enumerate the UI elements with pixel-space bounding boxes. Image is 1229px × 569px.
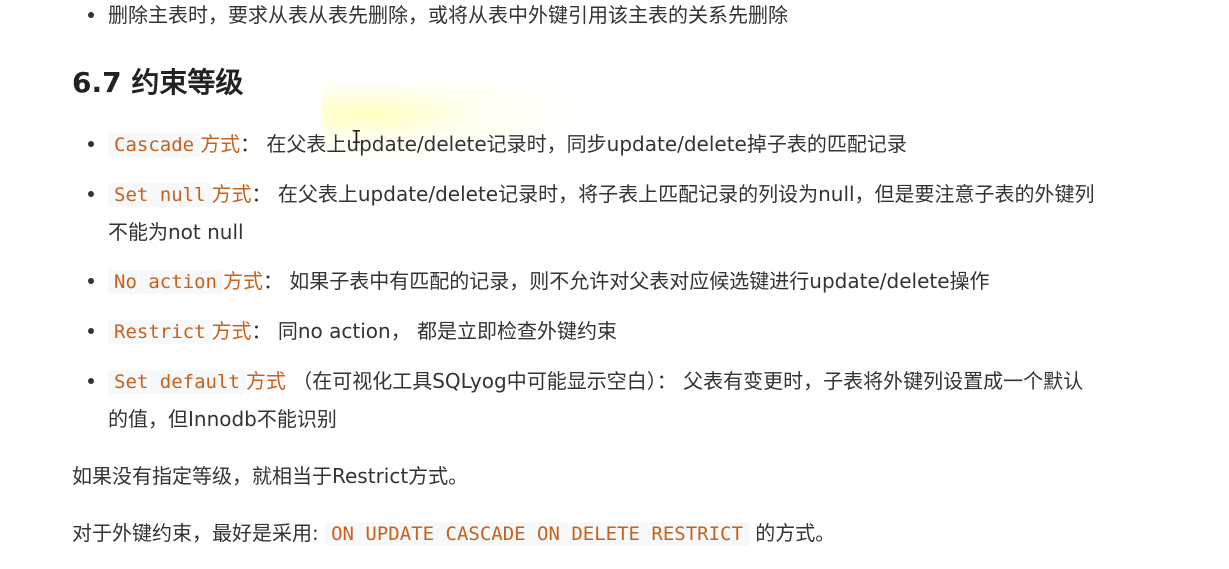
list-item-text: ： 在父表上update/delete记录时，将子表上匹配记录的列设为null，… bbox=[251, 182, 1095, 206]
paragraph-text: 对于外键约束，最好是采用: bbox=[72, 521, 326, 545]
bullet-icon bbox=[88, 378, 94, 384]
inline-code: Set null bbox=[108, 183, 212, 207]
list-item-text: （在可视化工具SQLyog中可能显示空白）： 父表有变更时，子表将外键列设置成一… bbox=[285, 369, 1084, 393]
paragraph-default-level: 如果没有指定等级，就相当于Restrict方式。 bbox=[72, 464, 469, 488]
paragraph-text: 的方式。 bbox=[748, 521, 836, 545]
list-item-set-null: Set null 方式： 在父表上update/delete记录时，将子表上匹配记… bbox=[88, 175, 1095, 214]
list-item-no-action: No action 方式： 如果子表中有匹配的记录，则不允许对父表对应候选键进行u… bbox=[88, 262, 990, 301]
inline-code: ON UPDATE CASCADE ON DELETE RESTRICT bbox=[325, 522, 749, 546]
section-heading: 6.7 约束等级 bbox=[72, 58, 243, 108]
section-title: 约束等级 bbox=[131, 66, 244, 99]
inline-code: Set default bbox=[108, 370, 246, 394]
text-cursor-icon: I bbox=[351, 127, 362, 148]
list-item-text: ： 同no action， 都是立即检查外键约束 bbox=[251, 319, 618, 343]
document-page: 删除主表时，要求从表从表先删除，或将从表中外键引用该主表的关系先删除 6.7 约… bbox=[0, 0, 1229, 569]
list-item-continuation: 的值，但Innodb不能识别 bbox=[108, 407, 337, 431]
code-suffix: 方式 bbox=[200, 132, 241, 156]
paragraph-recommendation: 对于外键约束，最好是采用: ON UPDATE CASCADE ON DELET… bbox=[72, 514, 835, 553]
bullet-icon bbox=[88, 328, 94, 334]
list-item-continuation: 不能为not null bbox=[108, 220, 244, 244]
list-item-delete-rule: 删除主表时，要求从表从表先删除，或将从表中外键引用该主表的关系先删除 bbox=[88, 0, 788, 34]
list-item-text: ： 如果子表中有匹配的记录，则不允许对父表对应候选键进行update/delet… bbox=[262, 269, 990, 293]
bullet-icon bbox=[88, 191, 94, 197]
bullet-icon bbox=[88, 141, 94, 147]
inline-code: Cascade bbox=[108, 133, 201, 157]
bullet-icon bbox=[88, 12, 94, 18]
list-item-text: ： 在父表上update/delete记录时，同步update/delete掉子… bbox=[240, 132, 907, 156]
list-item-text: 删除主表时，要求从表从表先删除，或将从表中外键引用该主表的关系先删除 bbox=[108, 3, 788, 27]
inline-code: Restrict bbox=[108, 320, 212, 344]
list-item-restrict: Restrict 方式： 同no action， 都是立即检查外键约束 bbox=[88, 312, 618, 351]
list-item-cascade: Cascade 方式： 在父表上update/delete记录时，同步update… bbox=[88, 125, 907, 164]
code-suffix: 方式 bbox=[211, 182, 252, 206]
inline-code: No action bbox=[108, 270, 223, 294]
bullet-icon bbox=[88, 278, 94, 284]
code-suffix: 方式 bbox=[211, 319, 252, 343]
code-suffix: 方式 bbox=[222, 269, 263, 293]
list-item-set-default: Set default 方式 （在可视化工具SQLyog中可能显示空白）： 父表有… bbox=[88, 362, 1084, 401]
section-number: 6.7 bbox=[72, 66, 122, 99]
code-suffix: 方式 bbox=[245, 369, 286, 393]
